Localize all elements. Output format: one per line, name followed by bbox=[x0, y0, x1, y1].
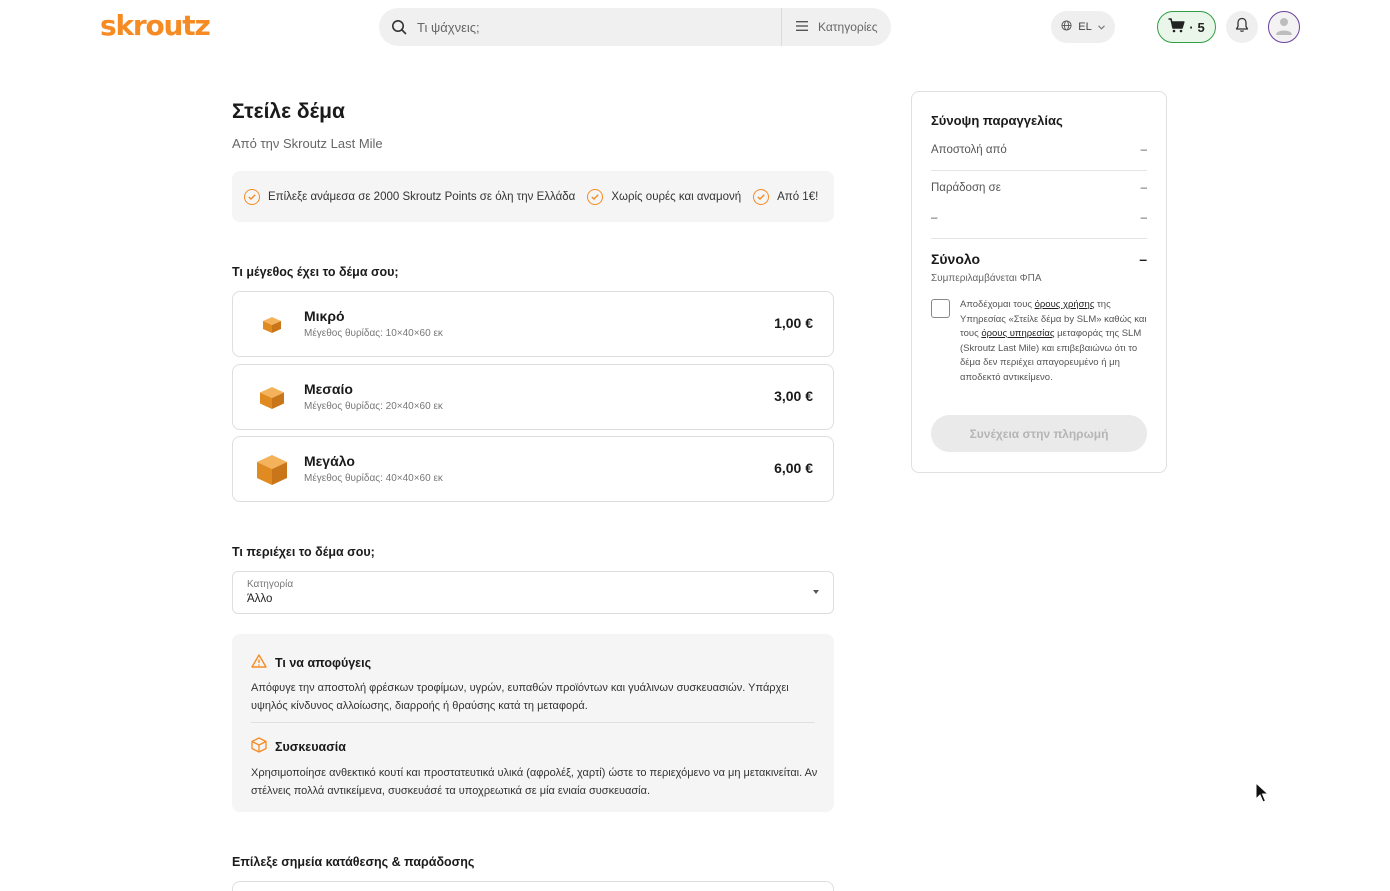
extra-label: – bbox=[931, 212, 938, 224]
size-dimensions: Μέγεθος θυρίδας: 10×40×60 εκ bbox=[304, 328, 443, 339]
size-option-small[interactable]: Μικρό Μέγεθος θυρίδας: 10×40×60 εκ 1,00 … bbox=[232, 291, 834, 357]
cart-button[interactable]: · 5 bbox=[1157, 11, 1216, 43]
points-selector-card[interactable] bbox=[232, 881, 834, 891]
ship-from-value: – bbox=[1140, 144, 1147, 156]
categories-label: Κατηγορίες bbox=[818, 20, 878, 34]
avoid-text: Απόφυγε την αποστολή φρέσκων τροφίμων, υ… bbox=[251, 682, 789, 712]
check-circle-icon bbox=[244, 188, 260, 205]
search-icon bbox=[391, 19, 407, 35]
benefit-text: Επίλεξε ανάμεσα σε 2000 Skroutz Points σ… bbox=[268, 190, 576, 203]
size-section-title: Τι μέγεθος έχει το δέμα σου; bbox=[232, 265, 399, 279]
extra-value: – bbox=[1140, 212, 1147, 224]
size-price: 6,00 € bbox=[774, 460, 813, 476]
order-summary: Σύνοψη παραγγελίας Αποστολή από – Παράδο… bbox=[911, 91, 1167, 473]
box-icon bbox=[253, 451, 291, 489]
category-select-value: Άλλο bbox=[247, 593, 273, 605]
language-selector[interactable]: EL bbox=[1051, 11, 1115, 43]
benefit-item: Χωρίς ουρές και αναμονή bbox=[587, 188, 742, 205]
skroutz-logo[interactable]: skroutz bbox=[100, 10, 211, 42]
divider bbox=[251, 722, 815, 723]
divider bbox=[931, 238, 1147, 239]
service-terms-link[interactable]: όρους υπηρεσίας bbox=[981, 328, 1054, 339]
check-circle-icon bbox=[753, 188, 770, 205]
points-section-title: Επίλεξε σημεία κατάθεσης & παράδοσης bbox=[232, 855, 475, 869]
summary-extra: – – bbox=[931, 212, 1147, 224]
terms-text: Αποδέχομαι τους όρους χρήσης της Υπηρεσί… bbox=[960, 298, 1150, 385]
size-name: Μικρό bbox=[304, 308, 345, 324]
packaging-title: Συσκευασία bbox=[275, 739, 346, 754]
terms-text-part: Αποδέχομαι τους bbox=[960, 299, 1035, 310]
avoid-tip: Τι να αποφύγεις Απόφυγε την αποστολή φρέ… bbox=[251, 654, 819, 715]
summary-total: Σύνολο – bbox=[931, 251, 1147, 267]
search-input[interactable] bbox=[417, 19, 777, 35]
size-dimensions: Μέγεθος θυρίδας: 40×40×60 εκ bbox=[304, 473, 443, 484]
cart-icon bbox=[1168, 18, 1185, 36]
cart-separator: · bbox=[1189, 19, 1194, 35]
summary-title: Σύνοψη παραγγελίας bbox=[931, 113, 1063, 128]
categories-button[interactable]: Κατηγορίες bbox=[781, 8, 891, 46]
terms-checkbox[interactable] bbox=[931, 299, 950, 318]
top-header: skroutz Κατηγορίες EL · 5 bbox=[0, 0, 1390, 54]
user-avatar[interactable] bbox=[1268, 11, 1300, 43]
search-bar[interactable]: Κατηγορίες bbox=[379, 8, 891, 46]
summary-deliver-to: Παράδοση σε – bbox=[931, 182, 1147, 194]
shipping-tips-box: Τι να αποφύγεις Απόφυγε την αποστολή φρέ… bbox=[232, 634, 834, 812]
caret-down-icon bbox=[813, 590, 819, 594]
warning-icon bbox=[251, 654, 267, 671]
size-name: Μεγάλο bbox=[304, 453, 355, 469]
menu-icon bbox=[796, 20, 808, 34]
cart-count: 5 bbox=[1197, 19, 1205, 35]
size-price: 1,00 € bbox=[774, 315, 813, 331]
ship-from-label: Αποστολή από bbox=[931, 144, 1007, 156]
page-title: Στείλε δέμα bbox=[232, 100, 345, 123]
contents-section-title: Τι περιέχει το δέμα σου; bbox=[232, 545, 375, 559]
category-select-label: Κατηγορία bbox=[247, 579, 294, 590]
benefit-item: Από 1€! bbox=[753, 188, 819, 205]
packaging-text: Χρησιμοποίησε ανθεκτικό κουτί και προστα… bbox=[251, 767, 818, 797]
avoid-title: Τι να αποφύγεις bbox=[275, 655, 372, 670]
bell-icon bbox=[1235, 17, 1249, 38]
benefit-text: Από 1€! bbox=[777, 190, 819, 203]
mouse-cursor-icon bbox=[1255, 781, 1270, 809]
continue-to-payment-button[interactable]: Συνέχεια στην πληρωμή bbox=[931, 415, 1147, 452]
benefit-text: Χωρίς ουρές και αναμονή bbox=[611, 190, 742, 203]
total-value: – bbox=[1139, 251, 1147, 267]
size-dimensions: Μέγεθος θυρίδας: 20×40×60 εκ bbox=[304, 401, 443, 412]
globe-icon bbox=[1061, 20, 1072, 34]
check-circle-icon bbox=[587, 188, 604, 205]
benefits-banner: Επίλεξε ανάμεσα σε 2000 Skroutz Points σ… bbox=[232, 171, 834, 222]
vat-note: Συμπεριλαμβάνεται ΦΠΑ bbox=[931, 273, 1042, 284]
deliver-to-value: – bbox=[1140, 182, 1147, 194]
package-icon bbox=[251, 737, 267, 756]
total-label: Σύνολο bbox=[931, 251, 981, 267]
notifications-button[interactable] bbox=[1226, 11, 1258, 43]
box-icon bbox=[253, 306, 291, 344]
terms-of-use-link[interactable]: όρους χρήσης bbox=[1035, 299, 1095, 310]
page-subtitle: Από την Skroutz Last Mile bbox=[232, 136, 383, 151]
size-price: 3,00 € bbox=[774, 388, 813, 404]
packaging-tip: Συσκευασία Χρησιμοποίησε ανθεκτικό κουτί… bbox=[251, 737, 819, 800]
summary-ship-from: Αποστολή από – bbox=[931, 144, 1147, 156]
benefit-item: Επίλεξε ανάμεσα σε 2000 Skroutz Points σ… bbox=[244, 188, 576, 205]
size-option-medium[interactable]: Μεσαίο Μέγεθος θυρίδας: 20×40×60 εκ 3,00… bbox=[232, 364, 834, 430]
box-icon bbox=[253, 379, 291, 417]
category-select[interactable]: Κατηγορία Άλλο bbox=[232, 571, 834, 614]
language-label: EL bbox=[1078, 21, 1092, 33]
chevron-down-icon bbox=[1097, 21, 1105, 33]
divider bbox=[931, 170, 1147, 171]
user-icon bbox=[1274, 14, 1294, 41]
deliver-to-label: Παράδοση σε bbox=[931, 182, 1001, 194]
size-option-large[interactable]: Μεγάλο Μέγεθος θυρίδας: 40×40×60 εκ 6,00… bbox=[232, 436, 834, 502]
size-name: Μεσαίο bbox=[304, 381, 353, 397]
